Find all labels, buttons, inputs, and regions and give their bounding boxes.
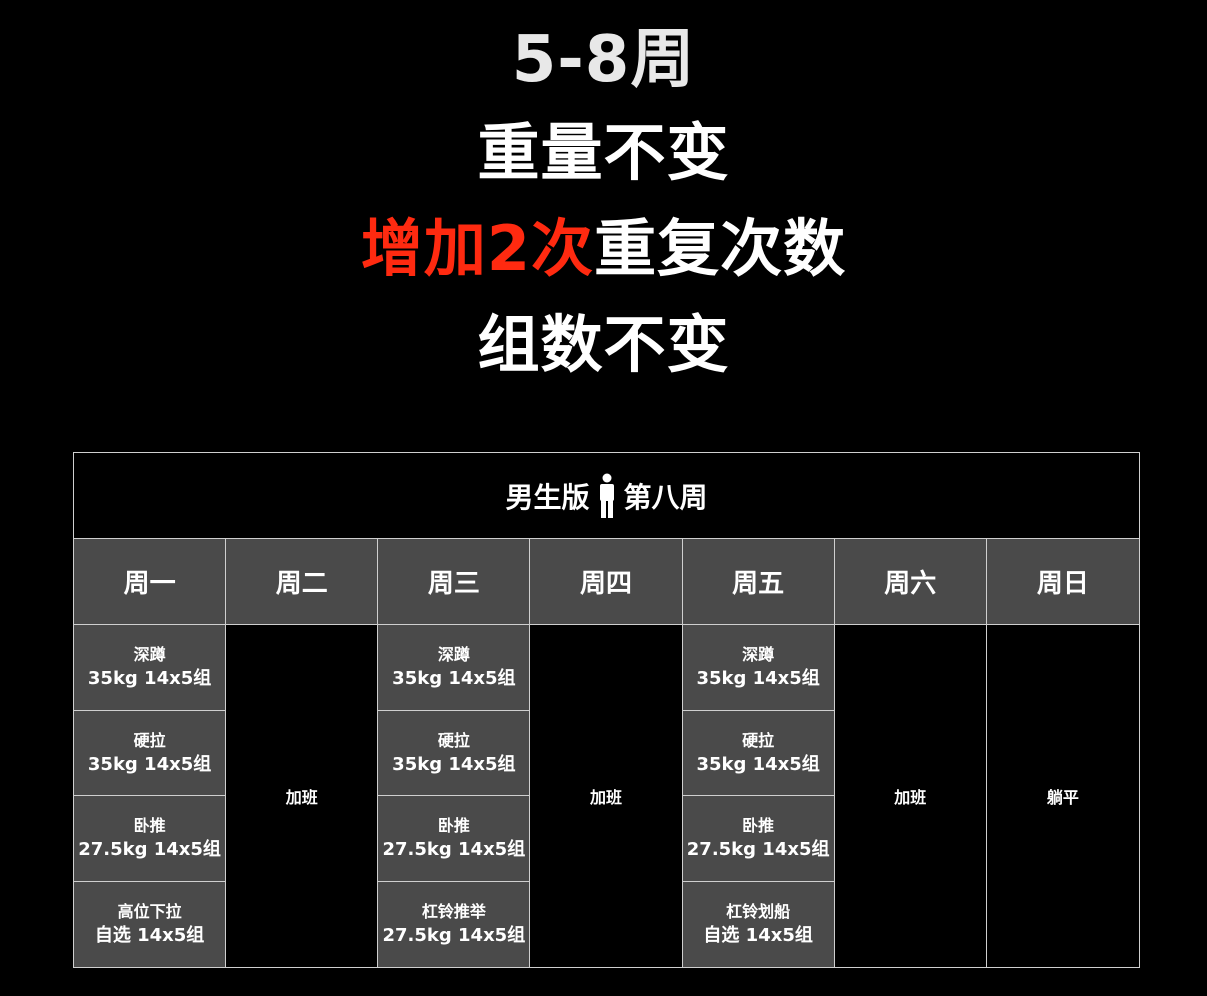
day-header-tuesday: 周二	[226, 539, 379, 625]
day-header-wednesday: 周三	[378, 539, 531, 625]
exercise-name: 卧推	[133, 816, 166, 836]
exercise-name: 硬拉	[437, 730, 470, 750]
exercise-name: 深蹲	[437, 645, 470, 665]
exercise-detail: 35kg 14x5组	[392, 668, 516, 690]
rest-cell-saturday: 加班	[834, 625, 987, 967]
exercise-detail: 27.5kg 14x5组	[382, 925, 526, 947]
exercise-name: 杠铃划船	[726, 902, 791, 922]
day-header-saturday: 周六	[834, 539, 987, 625]
day-header-friday: 周五	[682, 539, 835, 625]
exercise-detail: 35kg 14x5组	[87, 753, 212, 775]
rest-cell-thursday: 加班	[530, 625, 683, 967]
exercise-cell: 硬拉 35kg 14x5组	[74, 710, 227, 796]
headline-reps: 增加2次重复次数	[0, 218, 1207, 280]
exercise-detail: 27.5kg 14x5组	[78, 839, 221, 861]
exercise-cell: 高位下拉 自选 14x5组	[74, 881, 227, 967]
day-header-sunday: 周日	[986, 539, 1139, 625]
exercise-cell: 卧推 27.5kg 14x5组	[74, 796, 227, 882]
exercise-detail: 35kg 14x5组	[696, 668, 820, 690]
exercise-name: 卧推	[742, 816, 775, 836]
person-icon	[599, 473, 614, 518]
schedule-title-version: 男生版	[505, 480, 590, 514]
exercise-cell: 硬拉 35kg 14x5组	[378, 710, 531, 796]
headline-weeks: 5-8周	[511, 23, 696, 97]
exercise-name: 深蹲	[133, 645, 166, 665]
schedule-grid: 周一 周二 周三 周四 周五 周六 周日 深蹲 35kg 14x5组 硬拉 35…	[74, 539, 1139, 967]
rest-cell-tuesday: 加班	[226, 625, 379, 967]
weekly-schedule-table: 男生版 第八周 周一 周二 周三 周四 周五 周六 周日 深蹲 35kg 14x…	[73, 452, 1140, 968]
headline-reps-rest: 重复次数	[594, 212, 847, 285]
exercise-name: 杠铃推举	[421, 902, 486, 922]
exercise-detail: 自选 14x5组	[703, 925, 813, 947]
exercise-name: 深蹲	[742, 645, 775, 665]
day-header-monday: 周一	[74, 539, 227, 625]
exercise-detail: 自选 14x5组	[94, 925, 205, 947]
schedule-title: 男生版 第八周	[74, 453, 1139, 539]
exercise-detail: 35kg 14x5组	[87, 668, 212, 690]
exercise-detail: 35kg 14x5组	[696, 753, 820, 775]
exercise-cell: 深蹲 35kg 14x5组	[378, 625, 531, 711]
exercise-name: 硬拉	[133, 730, 166, 750]
exercise-cell: 杠铃划船 自选 14x5组	[682, 881, 835, 967]
headline-sets-unchanged: 组数不变	[477, 308, 730, 381]
exercise-cell: 硬拉 35kg 14x5组	[682, 710, 835, 796]
headline-weight-unchanged: 重量不变	[477, 116, 730, 189]
exercise-cell: 杠铃推举 27.5kg 14x5组	[378, 881, 531, 967]
exercise-detail: 35kg 14x5组	[392, 753, 516, 775]
exercise-cell: 卧推 27.5kg 14x5组	[378, 796, 531, 882]
schedule-title-week: 第八周	[623, 480, 708, 514]
rest-cell-sunday: 躺平	[986, 625, 1139, 967]
exercise-cell: 卧推 27.5kg 14x5组	[682, 796, 835, 882]
exercise-name: 高位下拉	[117, 902, 182, 922]
exercise-detail: 27.5kg 14x5组	[686, 839, 830, 861]
exercise-cell: 深蹲 35kg 14x5组	[74, 625, 227, 711]
exercise-cell: 深蹲 35kg 14x5组	[682, 625, 835, 711]
headline-reps-highlight: 增加2次	[360, 212, 595, 285]
exercise-detail: 27.5kg 14x5组	[382, 839, 526, 861]
exercise-name: 卧推	[437, 816, 470, 836]
day-header-thursday: 周四	[530, 539, 683, 625]
exercise-name: 硬拉	[742, 730, 775, 750]
